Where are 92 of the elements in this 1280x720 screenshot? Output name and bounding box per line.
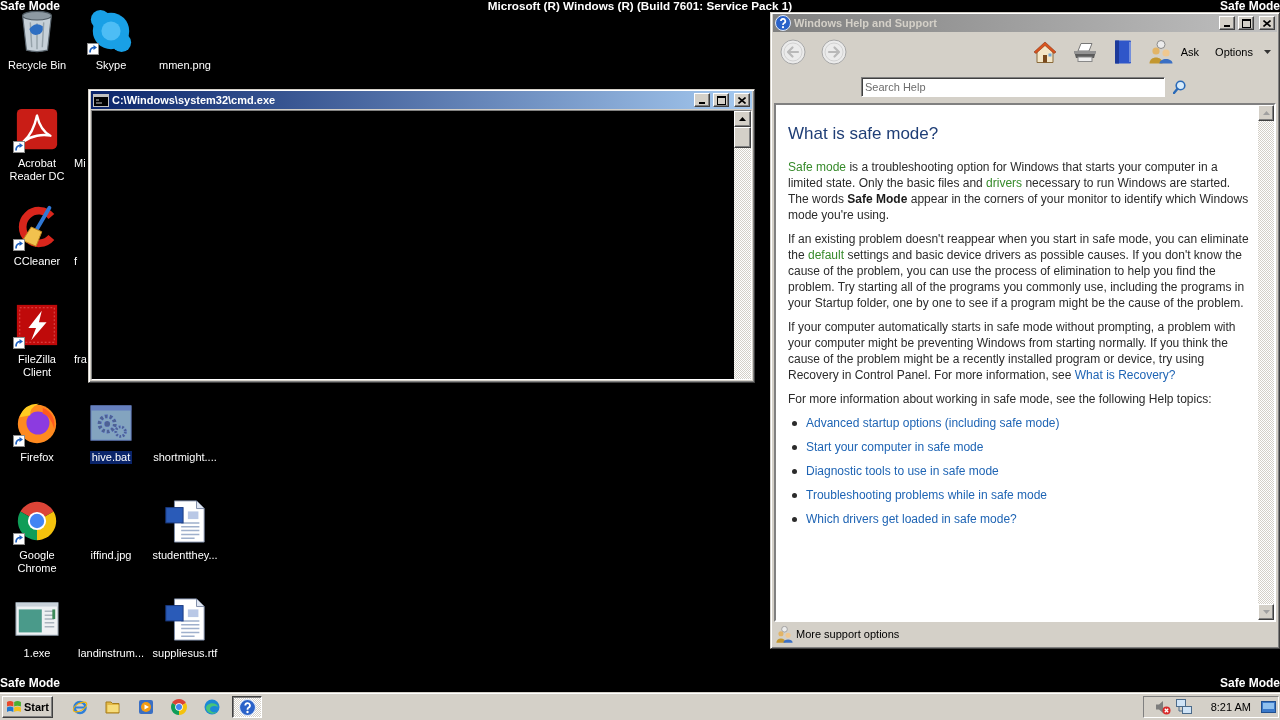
minimize-button[interactable] bbox=[694, 93, 710, 107]
speaker-muted-icon[interactable] bbox=[1154, 699, 1171, 715]
arrow-up-icon bbox=[1262, 111, 1270, 115]
icon-label[interactable]: fra bbox=[74, 353, 87, 366]
maximize-icon bbox=[716, 95, 726, 105]
close-button[interactable] bbox=[734, 93, 750, 107]
safe-mode-label: Safe Mode bbox=[0, 0, 60, 13]
paragraph: If your computer automatically starts in safe mode without prompting, a problem with your computer might be preventing Windows from starting normally. If you think the cause of the problem might be a recently installed program or device, try using Recovery in Control Panel. For more information, see What is Recovery? bbox=[788, 319, 1237, 383]
maximize-icon bbox=[1241, 18, 1251, 28]
icon-label[interactable]: CCleaner bbox=[11, 255, 63, 268]
bullet-icon bbox=[792, 420, 797, 426]
caret-icon bbox=[1264, 50, 1271, 54]
maximize-button[interactable] bbox=[713, 93, 729, 107]
maximize-button[interactable] bbox=[1238, 16, 1254, 30]
taskbar-button[interactable] bbox=[232, 696, 262, 718]
acrobat-icon[interactable] bbox=[14, 106, 60, 152]
icon-label[interactable]: Google Chrome bbox=[1, 549, 73, 575]
help-icon bbox=[775, 15, 791, 31]
document-icon[interactable] bbox=[162, 596, 208, 642]
internet-explorer-icon[interactable] bbox=[72, 699, 88, 715]
glossary-link[interactable]: Safe mode bbox=[788, 160, 847, 174]
windows-logo-icon bbox=[6, 700, 22, 714]
help-topic-link[interactable]: Diagnostic tools to use in safe mode bbox=[806, 463, 999, 479]
arrow-up-icon bbox=[739, 117, 746, 121]
document-icon[interactable] bbox=[162, 498, 208, 544]
icon-label[interactable]: Firefox bbox=[18, 451, 56, 464]
house-icon[interactable] bbox=[1032, 41, 1057, 63]
minimize-icon bbox=[1224, 25, 1230, 27]
icon-label[interactable]: Mi bbox=[74, 157, 86, 170]
scroll-up-button[interactable] bbox=[734, 111, 751, 127]
icon-label[interactable]: FileZilla Client bbox=[1, 353, 73, 379]
bullet-icon bbox=[792, 468, 797, 474]
icon-label[interactable]: iffind.jpg bbox=[88, 549, 134, 562]
safe-mode-label: Safe Mode bbox=[1220, 676, 1280, 690]
icon-label[interactable]: mmen.png bbox=[157, 59, 213, 72]
minimize-button[interactable] bbox=[1219, 16, 1235, 30]
bullet-icon bbox=[792, 516, 797, 522]
icon-label[interactable]: Acrobat Reader DC bbox=[1, 157, 73, 183]
help-topic-link[interactable]: Which drivers get loaded in safe mode? bbox=[806, 511, 1017, 527]
clock[interactable]: 8:21 AM bbox=[1210, 701, 1251, 713]
icon-label[interactable]: Recycle Bin bbox=[5, 59, 69, 72]
icon-label[interactable]: shortmight.... bbox=[151, 451, 219, 464]
icon-label[interactable]: 1.exe bbox=[21, 647, 53, 660]
start-button[interactable]: Start bbox=[2, 696, 53, 718]
filezilla-icon[interactable] bbox=[14, 302, 60, 348]
book-icon[interactable] bbox=[1112, 40, 1133, 64]
icon-label[interactable]: f bbox=[74, 255, 78, 268]
safe-mode-label: Safe Mode bbox=[1219, 0, 1280, 13]
ask-button[interactable]: Ask bbox=[1148, 40, 1200, 64]
glossary-link[interactable]: default bbox=[808, 248, 845, 262]
options-button[interactable]: Options bbox=[1215, 46, 1271, 58]
search-icon[interactable] bbox=[1173, 79, 1186, 94]
folder-icon[interactable] bbox=[105, 699, 121, 715]
minimize-icon bbox=[699, 102, 705, 104]
icon-label[interactable]: hive.bat bbox=[89, 451, 133, 464]
window-title: Windows Help and Support bbox=[794, 17, 938, 29]
article-heading: What is safe mode? bbox=[788, 123, 940, 145]
icon-label[interactable]: Skype bbox=[93, 59, 129, 72]
printer-icon[interactable] bbox=[1072, 42, 1097, 62]
paragraph: For more information about working in safe mode, see the following Help topics: bbox=[788, 391, 1213, 407]
scroll-down-button[interactable] bbox=[1258, 604, 1274, 620]
glossary-link[interactable]: drivers bbox=[986, 176, 1023, 190]
help-topic-link[interactable]: Start your computer in safe mode bbox=[806, 439, 984, 455]
help-link[interactable]: What is Recovery? bbox=[1074, 368, 1176, 382]
close-button[interactable] bbox=[1259, 16, 1275, 30]
help-topic-link[interactable]: Troubleshooting problems while in safe mode bbox=[806, 487, 1048, 503]
people-icon bbox=[776, 625, 793, 643]
help-topic-link[interactable]: Advanced startup options (including safe mode) bbox=[806, 415, 1060, 431]
people-icon bbox=[1148, 40, 1173, 64]
show-desktop-icon[interactable] bbox=[1261, 701, 1276, 713]
arrow-down-icon bbox=[1262, 610, 1270, 614]
window-title: C:\Windows\system32\cmd.exe bbox=[112, 94, 277, 106]
paragraph: Safe mode is a troubleshooting option for Windows that starts your computer in a limited state. Only the basic files and drivers necessary to run Windows are started. The words Safe Mode appear in the corners of your monitor to identify which Windows mode you're using. bbox=[788, 159, 1250, 223]
support-options-button[interactable]: More support options bbox=[774, 625, 902, 643]
build-label: Microsoft (R) Windows (R) (Build 7601: Service Pack 1) bbox=[487, 0, 793, 13]
scrollbar-thumb[interactable] bbox=[734, 127, 751, 148]
search-field[interactable]: Search Help bbox=[861, 76, 1165, 97]
icon-label[interactable]: suppliesus.rtf bbox=[150, 647, 220, 660]
console-icon bbox=[93, 93, 109, 107]
icon-label[interactable]: studentthey... bbox=[150, 549, 220, 562]
bullet-icon bbox=[792, 492, 797, 498]
close-icon bbox=[738, 96, 746, 104]
safe-mode-label: Safe Mode bbox=[0, 676, 60, 690]
scroll-up-button[interactable] bbox=[1258, 105, 1274, 121]
media-player-icon[interactable] bbox=[138, 699, 154, 715]
help-icon bbox=[238, 698, 256, 716]
network-icon[interactable] bbox=[1175, 699, 1192, 715]
close-icon bbox=[1263, 19, 1271, 27]
skype-icon[interactable] bbox=[88, 8, 134, 54]
paragraph: If an existing problem doesn't reappear when you start in safe mode, you can eliminate the default settings and basic device drivers as possible causes. If you don't know the cause of the problem, you can use the process of elimination to help you find the problem. Try starting all of the programs you commonly use, including the programs in your Startup folder, one by one to see if a program might be the cause of the problem. bbox=[788, 231, 1250, 311]
icon-label[interactable]: landinstrum... bbox=[76, 647, 146, 660]
bullet-icon bbox=[792, 444, 797, 450]
